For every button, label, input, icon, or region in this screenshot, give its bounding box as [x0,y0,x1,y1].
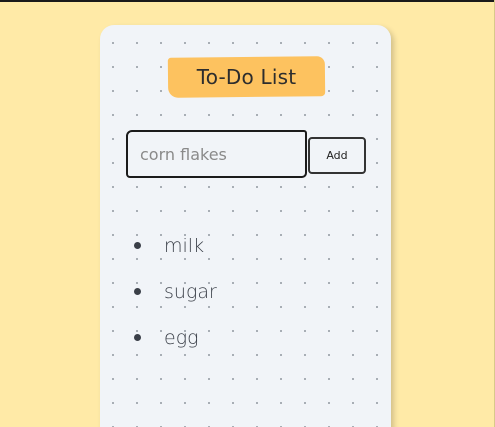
todo-input[interactable] [126,130,307,178]
list-item[interactable]: sugar [130,269,217,315]
todo-list: milk sugar egg [130,223,217,361]
bullet-icon [134,287,141,295]
list-item[interactable]: egg [130,315,217,361]
window-top-edge [0,0,495,2]
list-item-label: milk [164,235,205,257]
page-title: To-Do List [196,65,297,89]
list-item-label: egg [164,327,199,349]
list-item[interactable]: milk [130,223,217,269]
todo-card: To-Do List Add milk sugar egg [100,25,391,427]
list-item-label: sugar [164,281,217,303]
add-button[interactable]: Add [308,137,366,174]
bullet-icon [134,241,141,249]
bullet-icon [134,333,141,341]
title-banner: To-Do List [167,56,326,98]
